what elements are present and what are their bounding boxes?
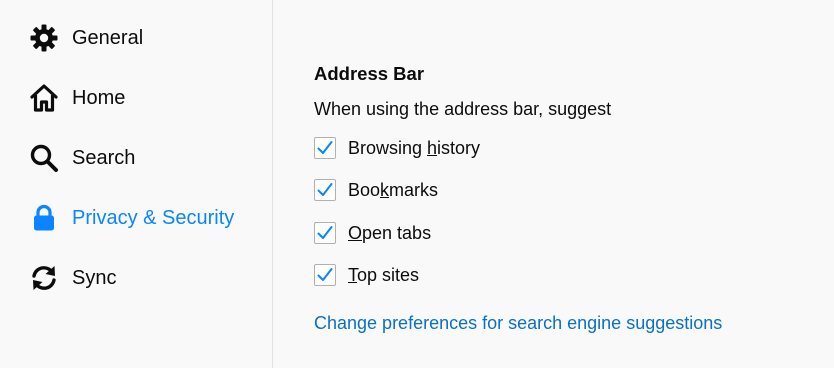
sidebar-item-sync[interactable]: Sync	[28, 258, 258, 298]
section-description: When using the address bar, suggest	[314, 99, 612, 119]
checkbox-top-sites[interactable]: Top sites	[314, 262, 419, 288]
sidebar-item-search[interactable]: Search	[28, 138, 258, 178]
checkmark-icon	[317, 183, 333, 196]
sidebar-item-label: Search	[72, 146, 136, 169]
lock-icon	[28, 202, 60, 234]
checkmark-icon	[317, 141, 333, 154]
preferences-window: General Home Search Privacy & Security S…	[0, 0, 834, 368]
checkbox[interactable]	[314, 264, 336, 286]
access-key: O	[348, 222, 363, 243]
sidebar-item-privacy-security[interactable]: Privacy & Security	[28, 198, 258, 238]
access-key: T	[348, 264, 357, 285]
sidebar-item-label: Privacy & Security	[72, 206, 235, 229]
search-icon	[28, 142, 60, 174]
checkbox-bookmarks[interactable]: Bookmarks	[314, 177, 438, 203]
sidebar-item-label: General	[72, 26, 144, 49]
checkbox[interactable]	[314, 179, 336, 201]
checkmark-icon	[317, 268, 333, 281]
sync-icon	[28, 262, 60, 294]
checkbox-label: Top sites	[348, 264, 420, 285]
sidebar-item-home[interactable]: Home	[28, 78, 258, 118]
access-key: k	[380, 179, 390, 200]
checkbox-browsing-history[interactable]: Browsing history	[314, 135, 480, 161]
sidebar-item-label: Sync	[72, 266, 117, 289]
checkbox[interactable]	[314, 222, 336, 244]
checkbox-label: Browsing history	[348, 137, 481, 158]
checkbox-open-tabs[interactable]: Open tabs	[314, 220, 431, 246]
section-title: Address Bar	[314, 63, 425, 84]
sidebar-item-general[interactable]: General	[28, 18, 258, 58]
gear-icon	[28, 22, 60, 54]
main-content: Address Bar When using the address bar, …	[274, 0, 834, 368]
checkbox-label: Bookmarks	[348, 179, 439, 200]
access-key: h	[427, 137, 438, 158]
home-icon	[28, 82, 60, 114]
checkmark-icon	[317, 226, 333, 239]
search-suggestions-link[interactable]: Change preferences for search engine sug…	[314, 313, 722, 334]
checkbox[interactable]	[314, 137, 336, 159]
checkbox-label: Open tabs	[348, 222, 432, 243]
sidebar-item-label: Home	[72, 86, 126, 109]
sidebar: General Home Search Privacy & Security S…	[0, 0, 273, 368]
